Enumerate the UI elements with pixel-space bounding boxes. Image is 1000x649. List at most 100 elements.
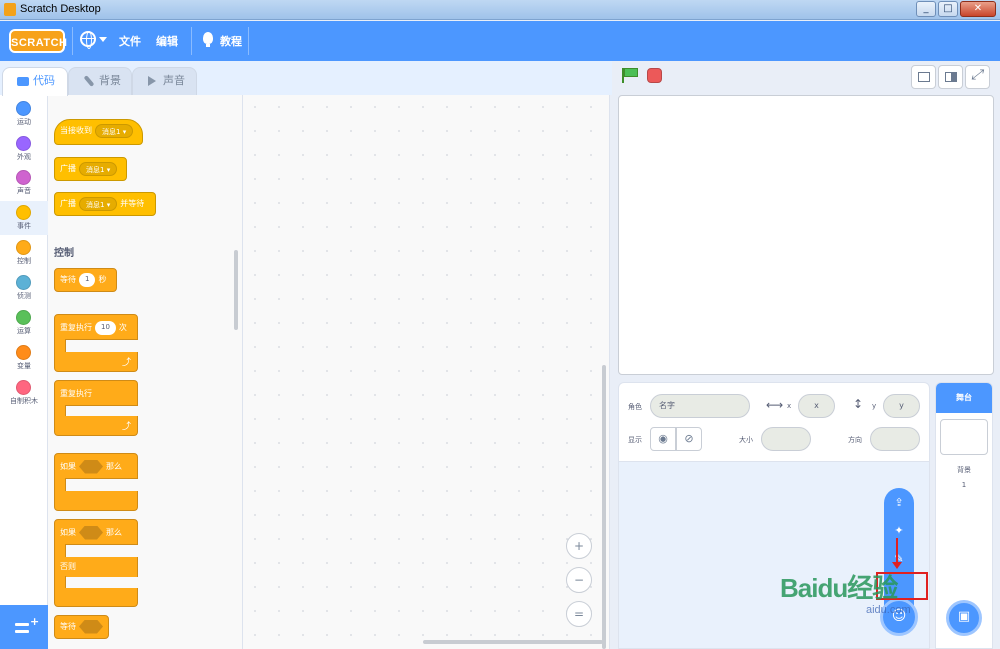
y-position-input[interactable]: y bbox=[883, 394, 920, 418]
block-if-then[interactable]: 如果 那么 bbox=[54, 453, 138, 511]
choose-backdrop-button[interactable]: ▣ bbox=[946, 600, 982, 636]
flag-cloth bbox=[624, 68, 638, 77]
condition-slot[interactable] bbox=[79, 525, 103, 540]
palette-scrollbar[interactable] bbox=[234, 250, 238, 330]
tab-code[interactable]: 代码 bbox=[2, 67, 68, 96]
dropdown-value: 消息1 bbox=[86, 165, 105, 174]
block-if-footer bbox=[54, 491, 138, 511]
category-label: 控制 bbox=[17, 257, 31, 265]
app-icon bbox=[4, 3, 16, 16]
message-dropdown[interactable]: 消息1 ▾ bbox=[79, 196, 118, 211]
fullscreen-icon bbox=[971, 67, 984, 83]
block-wait-seconds[interactable]: 等待 1 秒 bbox=[54, 268, 117, 292]
menu-separator bbox=[191, 27, 192, 55]
menu-separator bbox=[248, 27, 249, 55]
tab-costumes-label: 背景 bbox=[99, 74, 121, 87]
category-control[interactable]: 控制 bbox=[0, 236, 48, 270]
zoom-out-button[interactable]: − bbox=[566, 567, 592, 593]
category-dot bbox=[16, 345, 31, 360]
block-when-i-receive[interactable]: 当接收到 消息1 ▾ bbox=[54, 119, 143, 145]
workspace-vertical-scrollbar[interactable] bbox=[602, 365, 606, 649]
window-titlebar: Scratch Desktop _ □ ✕ bbox=[0, 0, 1000, 20]
block-forever[interactable]: 重复执行 ⤴ bbox=[54, 380, 138, 436]
menu-file[interactable]: 文件 bbox=[119, 33, 141, 49]
block-forever-header: 重复执行 bbox=[54, 380, 138, 406]
upload-icon[interactable]: ⇪ bbox=[884, 496, 914, 509]
surprise-icon[interactable]: ✦ bbox=[884, 524, 914, 537]
block-repeat-header: 重复执行 10 次 bbox=[54, 314, 138, 340]
block-if-else[interactable]: 如果 那么 否则 bbox=[54, 519, 138, 607]
repeat-count-input[interactable]: 10 bbox=[95, 320, 116, 335]
category-dot bbox=[16, 170, 31, 185]
block-broadcast[interactable]: 广播 消息1 ▾ bbox=[54, 157, 127, 181]
fullscreen-button[interactable] bbox=[965, 65, 990, 89]
category-events[interactable]: 事件 bbox=[0, 201, 48, 235]
block-arm bbox=[54, 339, 66, 353]
zoom-reset-button[interactable]: = bbox=[566, 601, 592, 627]
annotation-arrow bbox=[892, 538, 902, 569]
zoom-out-icon: − bbox=[573, 573, 585, 587]
category-dot bbox=[16, 380, 31, 395]
direction-input[interactable] bbox=[870, 427, 920, 451]
block-text: 如果 bbox=[60, 528, 76, 537]
maximize-button[interactable]: □ bbox=[938, 1, 958, 17]
condition-slot[interactable] bbox=[79, 619, 103, 634]
block-text: 广播 bbox=[60, 199, 76, 208]
x-position-input[interactable]: x bbox=[798, 394, 835, 418]
workspace-horizontal-scrollbar[interactable] bbox=[423, 640, 603, 644]
category-sound[interactable]: 声音 bbox=[0, 166, 48, 200]
category-operators[interactable]: 运算 bbox=[0, 306, 48, 340]
backdrops-label: 背景 bbox=[957, 466, 971, 474]
script-workspace[interactable]: + − = bbox=[243, 95, 610, 649]
block-text: 广播 bbox=[60, 164, 76, 173]
menu-edit[interactable]: 编辑 bbox=[156, 33, 178, 49]
window-title: Scratch Desktop bbox=[20, 3, 101, 15]
category-motion[interactable]: 运动 bbox=[0, 97, 48, 131]
category-my-blocks[interactable]: 自制积木 bbox=[0, 376, 48, 410]
scratch-logo[interactable]: SCRATCH bbox=[9, 29, 67, 53]
add-extension-button[interactable]: + bbox=[0, 605, 48, 649]
hide-sprite-button[interactable]: ⊘ bbox=[676, 427, 702, 451]
stop-icon[interactable] bbox=[647, 68, 662, 83]
menu-separator bbox=[72, 27, 73, 55]
block-wait-until[interactable]: 等待 bbox=[54, 615, 109, 639]
category-variables[interactable]: 变量 bbox=[0, 341, 48, 375]
speaker-icon bbox=[148, 76, 156, 86]
globe-icon[interactable] bbox=[80, 31, 96, 49]
close-button[interactable]: ✕ bbox=[960, 1, 996, 17]
block-repeat-footer: ⤴ bbox=[54, 352, 138, 372]
stage-thumbnail[interactable] bbox=[940, 419, 988, 455]
small-stage-icon bbox=[918, 72, 930, 82]
menu-tutorials[interactable]: 教程 bbox=[220, 33, 242, 49]
category-dot bbox=[16, 240, 31, 255]
dropdown-value: 消息1 bbox=[102, 127, 121, 136]
block-repeat[interactable]: 重复执行 10 次 ⤴ bbox=[54, 314, 138, 372]
category-label: 运算 bbox=[17, 327, 31, 335]
large-stage-button[interactable] bbox=[938, 65, 963, 89]
category-sensing[interactable]: 侦测 bbox=[0, 271, 48, 305]
chevron-down-icon[interactable] bbox=[99, 37, 107, 42]
minimize-button[interactable]: _ bbox=[916, 1, 936, 17]
tab-sounds[interactable]: 声音 bbox=[132, 67, 197, 95]
sprite-name-input[interactable]: 名字 bbox=[650, 394, 750, 418]
x-placeholder: x bbox=[814, 401, 819, 410]
wait-seconds-input[interactable]: 1 bbox=[79, 272, 96, 287]
zoom-in-button[interactable]: + bbox=[566, 533, 592, 559]
block-if-else-header: 如果 那么 bbox=[54, 519, 138, 545]
baidu-watermark: Baidu经验 bbox=[780, 573, 898, 603]
category-looks[interactable]: 外观 bbox=[0, 132, 48, 166]
block-broadcast-and-wait[interactable]: 广播 消息1 ▾ 并等待 bbox=[54, 192, 156, 216]
stage-canvas[interactable] bbox=[618, 95, 994, 375]
size-input[interactable] bbox=[761, 427, 811, 451]
lightbulb-icon[interactable] bbox=[203, 32, 213, 47]
tab-costumes[interactable]: 背景 bbox=[68, 67, 132, 95]
category-label: 事件 bbox=[17, 222, 31, 230]
green-flag-icon[interactable] bbox=[622, 68, 638, 83]
block-else-row: 否则 bbox=[54, 557, 138, 577]
show-sprite-button[interactable]: ◉ bbox=[650, 427, 676, 451]
message-dropdown[interactable]: 消息1 ▾ bbox=[95, 123, 134, 138]
sprite-info-panel: 角色 名字 ⟷ x x ↕ y y 显示 ◉ ⊘ 大小 方向 bbox=[618, 382, 930, 462]
message-dropdown[interactable]: 消息1 ▾ bbox=[79, 161, 118, 176]
condition-slot[interactable] bbox=[79, 459, 103, 474]
small-stage-button[interactable] bbox=[911, 65, 936, 89]
